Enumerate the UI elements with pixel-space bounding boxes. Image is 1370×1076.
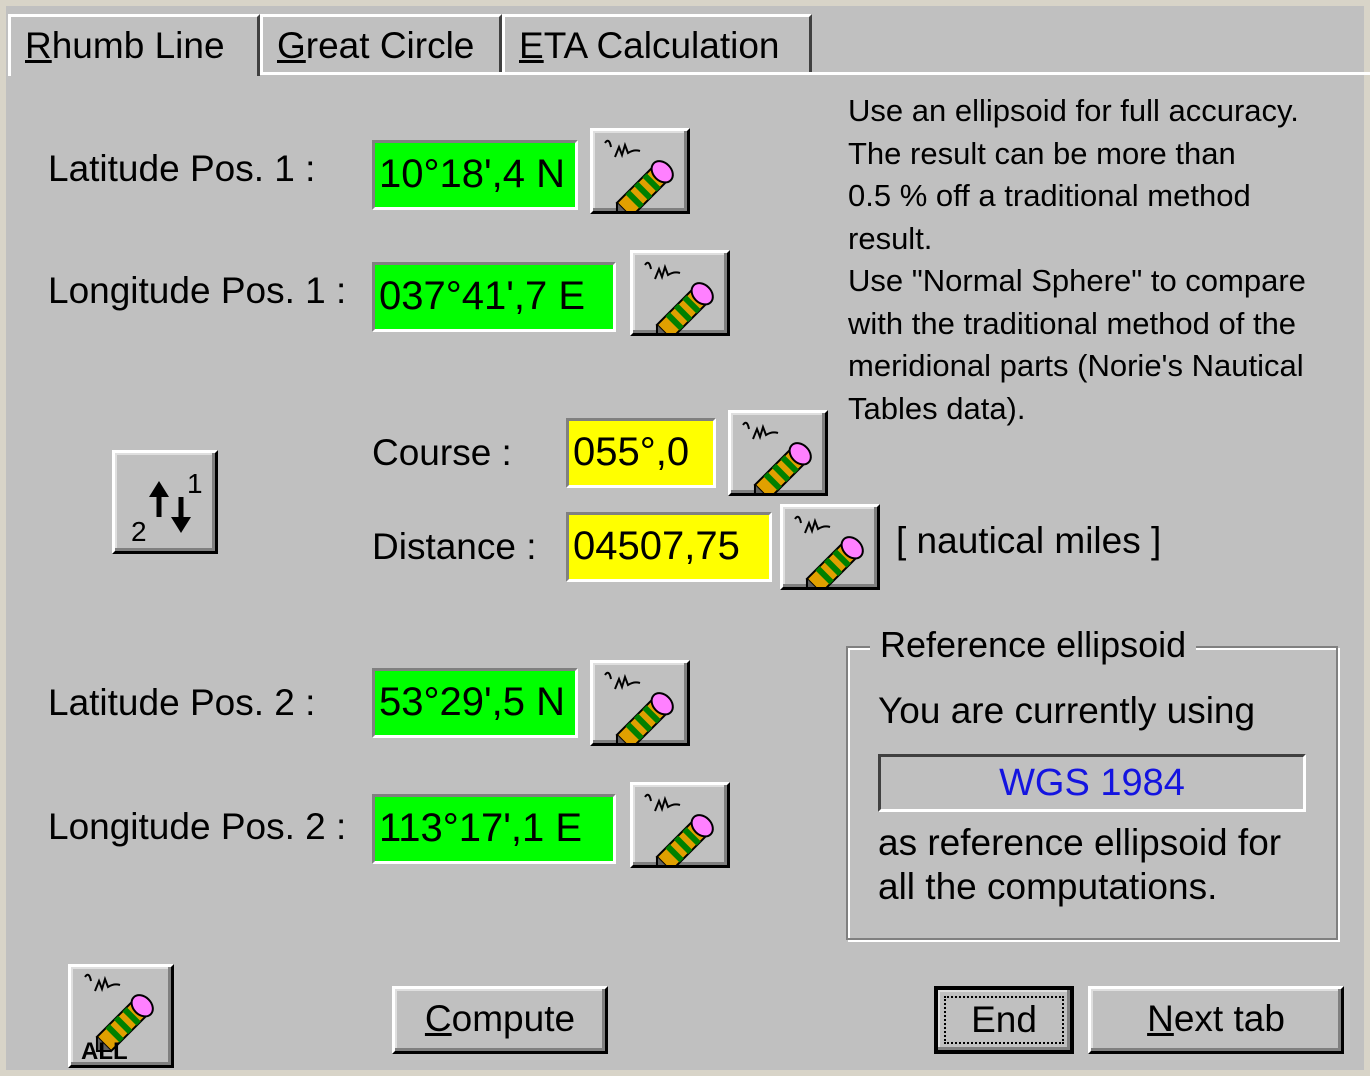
reference-line1: You are currently using <box>878 690 1256 731</box>
note-line: meridional parts (Norie's Nautical <box>848 348 1304 383</box>
swap-positions-icon: 1 2 <box>131 468 203 547</box>
compute-button[interactable]: Compute <box>392 986 608 1054</box>
reference-group-title: Reference ellipsoid <box>870 624 1197 666</box>
compute-accel: C <box>424 998 452 1039</box>
accuracy-note: Use an ellipsoid for full accuracy. The … <box>848 90 1306 430</box>
edit-course-button[interactable] <box>728 410 828 496</box>
edit-lat1-button[interactable] <box>590 128 690 214</box>
lat1-field[interactable]: 10°18',4 N <box>372 140 578 210</box>
swap-top-label: 1 <box>187 468 203 499</box>
edit-lat2-button[interactable] <box>590 660 690 746</box>
compute-label-rest: ompute <box>451 998 576 1039</box>
course-label: Course : <box>372 432 512 473</box>
edit-lon2-button[interactable] <box>630 782 730 868</box>
focus-indicator <box>944 996 1064 1044</box>
pencil-edit-all-icon: ALL <box>81 973 159 1063</box>
distance-unit: [ nautical miles ] <box>896 520 1162 561</box>
lon2-field[interactable]: 113°17',1 E <box>372 794 616 864</box>
edit-all-label: ALL <box>81 1038 128 1063</box>
distance-label: Distance : <box>372 526 537 567</box>
reference-line3: all the computations. <box>878 866 1218 907</box>
swap-positions-button[interactable]: 1 2 <box>112 450 218 554</box>
note-line: Use an ellipsoid for full accuracy. <box>848 93 1299 128</box>
lon2-label: Longitude Pos. 2 : <box>48 806 347 847</box>
lat2-field[interactable]: 53°29',5 N <box>372 668 578 738</box>
pencil-edit-icon <box>604 139 679 211</box>
edit-distance-button[interactable] <box>780 504 880 590</box>
reference-line2: as reference ellipsoid for <box>878 822 1282 863</box>
tab-eta-calculation[interactable]: ETA Calculation <box>502 14 812 72</box>
end-button[interactable]: End <box>934 986 1074 1054</box>
lat1-label: Latitude Pos. 1 : <box>48 148 316 189</box>
swap-bottom-label: 2 <box>131 516 147 547</box>
pencil-edit-icon <box>604 671 679 743</box>
note-line: Tables data). <box>848 390 1026 426</box>
lon1-label: Longitude Pos. 1 : <box>48 270 347 311</box>
ellipsoid-name-display: WGS 1984 <box>878 754 1306 812</box>
pencil-edit-icon <box>742 421 817 493</box>
tab-accel: R <box>25 25 52 66</box>
tab-accel: E <box>519 25 544 66</box>
tab-label-rest: reat Circle <box>305 25 475 66</box>
pencil-edit-icon <box>794 515 869 587</box>
course-field[interactable]: 055°,0 <box>566 418 716 488</box>
tab-great-circle[interactable]: Great Circle <box>260 14 502 72</box>
note-line: result. <box>848 220 933 256</box>
edit-lon1-button[interactable] <box>630 250 730 336</box>
next-tab-label-rest: ext tab <box>1173 998 1285 1039</box>
pencil-edit-icon <box>644 261 719 333</box>
lon1-field[interactable]: 037°41',7 E <box>372 262 616 332</box>
tab-accel: G <box>277 25 306 66</box>
edit-all-button[interactable]: ALL <box>68 964 174 1068</box>
note-line: with the traditional method of the <box>848 305 1297 341</box>
note-line: Use "Normal Sphere" to compare <box>848 263 1306 298</box>
note-line: 0.5 % off a traditional method <box>848 178 1251 213</box>
next-tab-button[interactable]: Next tab <box>1088 986 1344 1054</box>
pencil-edit-icon <box>644 793 719 865</box>
distance-field[interactable]: 04507,75 <box>566 512 772 582</box>
lat2-label: Latitude Pos. 2 : <box>48 682 316 723</box>
next-tab-accel: N <box>1147 998 1174 1039</box>
tab-label-rest: humb Line <box>51 25 225 66</box>
tab-rhumb-line[interactable]: Rhumb Line <box>8 14 260 76</box>
tab-label-rest: TA Calculation <box>543 25 780 66</box>
note-line: The result can be more than <box>848 135 1236 171</box>
